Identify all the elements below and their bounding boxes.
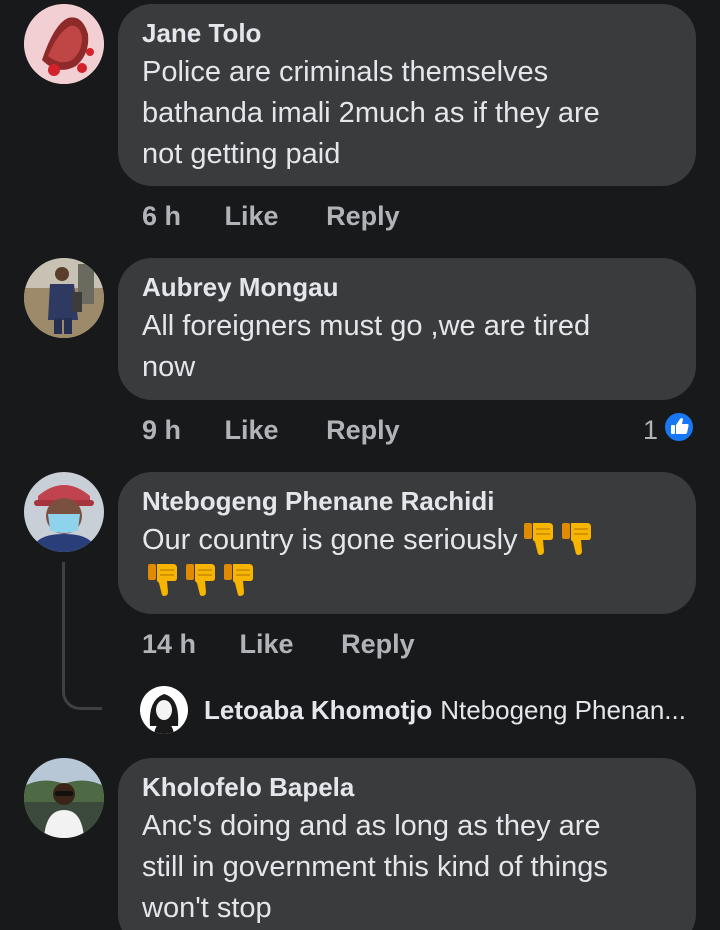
collapsed-reply[interactable]: Letoaba Khomotjo Ntebogeng Phenan... <box>140 686 686 734</box>
comment-text-line: bathanda imali 2much as if they are <box>142 97 600 129</box>
comment-text-line: won't stop <box>142 892 272 924</box>
comment-text-line: now <box>142 351 196 383</box>
like-button[interactable]: Like <box>225 198 279 234</box>
comment-actions: 9 h Like Reply <box>142 412 400 448</box>
comment-bubble: Kholofelo Bapela Anc's doing and as long… <box>118 758 696 930</box>
comment-text-line: All foreigners must go ,we are tired <box>142 310 591 342</box>
comment-text-line: Police are criminals themselves <box>142 56 549 88</box>
avatar-ntebogeng-phenane-rachidi[interactable] <box>24 472 104 552</box>
comment-bubble: Jane Tolo Police are criminals themselve… <box>118 4 696 186</box>
reply-button[interactable]: Reply <box>341 626 415 662</box>
like-button[interactable]: Like <box>240 626 294 662</box>
comment-author[interactable]: Aubrey Mongau <box>142 272 672 302</box>
reply-author[interactable]: Letoaba Khomotjo <box>204 695 432 726</box>
comment-text-line: Our country is gone seriously <box>142 520 672 561</box>
reaction-count: 1 <box>642 414 658 445</box>
avatar-jane-tolo[interactable] <box>24 4 104 84</box>
comment-author[interactable]: Ntebogeng Phenane Rachidi <box>142 486 672 516</box>
thumbs-down-emoji <box>523 523 553 555</box>
thread-connector <box>62 562 102 710</box>
comment-text: All foreigners must go ,we are tired now <box>142 306 672 388</box>
comment-text-line: not getting paid <box>142 138 341 170</box>
thumbs-down-emoji <box>148 564 177 596</box>
thumbs-down-emoji <box>224 564 253 596</box>
comment-text: Police are criminals themselves bathanda… <box>142 52 672 175</box>
comment-bubble: Ntebogeng Phenane Rachidi Our country is… <box>118 472 696 614</box>
avatar-letoaba-khomotjo[interactable] <box>140 686 188 734</box>
avatar-aubrey-mongau[interactable] <box>24 258 104 338</box>
thumbs-down-emoji <box>186 564 215 596</box>
comment-text-content: Our country is gone seriously <box>142 524 518 556</box>
emoji-group <box>518 523 594 556</box>
reply-button[interactable]: Reply <box>326 412 400 448</box>
comment-bubble: Aubrey Mongau All foreigners must go ,we… <box>118 258 696 400</box>
comment-actions: 14 h Like Reply <box>142 626 415 662</box>
comment-timestamp: 9 h <box>142 415 182 445</box>
comment-text-line: Anc's doing and as long as they are <box>142 810 601 842</box>
reply-button[interactable]: Reply <box>326 198 400 234</box>
comment-text: Anc's doing and as long as they are stil… <box>142 806 672 929</box>
comment-timestamp: 6 h <box>142 201 182 231</box>
thumbs-down-emoji <box>561 523 591 555</box>
comment-author[interactable]: Jane Tolo <box>142 18 672 48</box>
comment-text-line: still in government this kind of things <box>142 851 608 883</box>
avatar-kholofelo-bapela[interactable] <box>24 758 104 838</box>
emoji-group <box>142 561 672 602</box>
reply-preview-text: Ntebogeng Phenan... <box>440 694 686 725</box>
like-reaction-icon <box>662 410 696 451</box>
comment-author[interactable]: Kholofelo Bapela <box>142 772 672 802</box>
comment-thread: Jane Tolo Police are criminals themselve… <box>0 0 720 930</box>
like-button[interactable]: Like <box>225 412 279 448</box>
comment-actions: 6 h Like Reply <box>142 198 400 234</box>
reaction-summary[interactable]: 1 <box>642 410 696 451</box>
comment-text: Our country is gone seriously <box>142 520 672 602</box>
comment-timestamp: 14 h <box>142 629 197 659</box>
